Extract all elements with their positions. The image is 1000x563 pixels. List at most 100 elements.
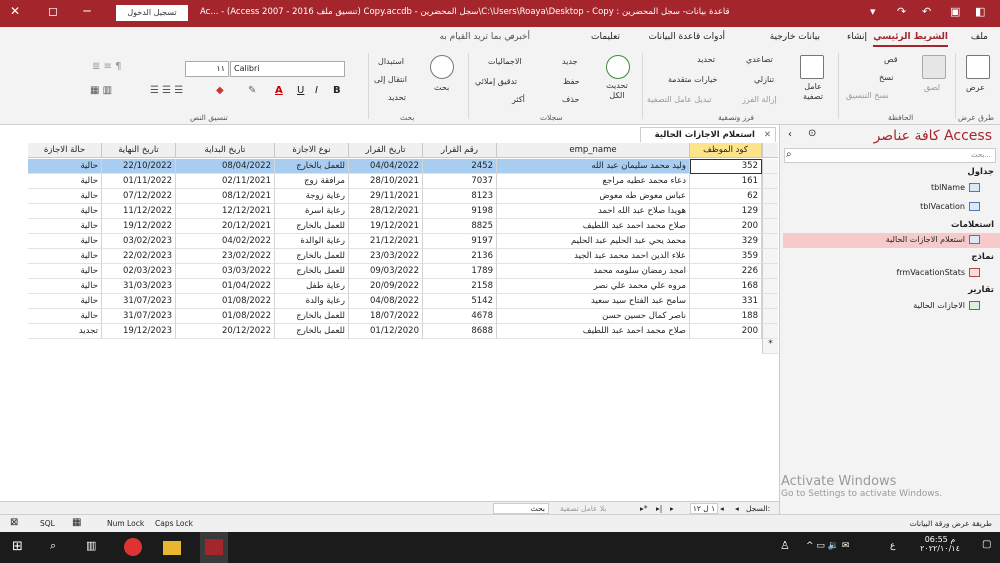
table-row[interactable]: 200 صلاح محمد احمد عبد اللطيف 8688 01/12/20… [0, 324, 778, 339]
new-record-icon[interactable]: ▸* [640, 504, 648, 513]
tab-create[interactable]: إنشاء [847, 32, 867, 42]
cell-decision-date[interactable]: 28/12/2021 [349, 204, 423, 219]
row-selector[interactable] [762, 309, 778, 324]
cell-end-date[interactable]: 03/02/2023 [102, 234, 176, 249]
paste-icon[interactable] [922, 55, 946, 79]
cell-emp-name[interactable]: صلاح محمد احمد عبد اللطيف [497, 219, 690, 234]
cell-decision-no[interactable]: 8825 [423, 219, 497, 234]
more-button[interactable]: أكثر [512, 95, 525, 104]
notifications-icon[interactable]: ▢ [982, 539, 991, 550]
view-button[interactable]: عرض [966, 83, 985, 92]
row-selector[interactable] [762, 279, 778, 294]
cell-leave-status[interactable]: حالية [28, 189, 102, 204]
cell-emp-name[interactable]: هويدا صلاح عبد الله احمد [497, 204, 690, 219]
copy-button[interactable]: نسخ [879, 73, 894, 82]
collapse-nav-icon[interactable]: ‹ [788, 129, 792, 140]
remove-sort-button[interactable]: إزالة الفرز [742, 95, 777, 104]
table-row[interactable]: 329 محمد يحي عبد الحليم عبد الحليم 9197 21/… [0, 234, 778, 249]
row-selector[interactable] [762, 174, 778, 189]
maximize-button[interactable]: ◻ [38, 4, 68, 18]
cell-start-date[interactable]: 08/04/2022 [176, 159, 275, 174]
cell-leave-type[interactable]: للعمل بالخارج [275, 249, 349, 264]
cell-end-date[interactable]: 31/07/2023 [102, 294, 176, 309]
filter-button[interactable]: عامل تصفية [799, 82, 827, 102]
input-language[interactable]: ع [890, 541, 895, 551]
italic-button[interactable]: I [315, 85, 318, 96]
font-color-button[interactable]: A [275, 85, 283, 96]
cell-leave-type[interactable]: رعاية والدة [275, 294, 349, 309]
cell-decision-date[interactable]: 28/10/2021 [349, 174, 423, 189]
cell-emp-name[interactable]: دعاء محمد عطيه مراجع [497, 174, 690, 189]
cell-emp-code[interactable]: 129 [690, 204, 762, 219]
cell-emp-code[interactable]: 200 [690, 324, 762, 339]
align-icons[interactable]: ☰ ☰ ☰ [150, 85, 183, 96]
nav-item-report[interactable]: الاجازات الحالية [913, 301, 980, 310]
row-selector[interactable] [762, 189, 778, 204]
row-selector[interactable] [762, 204, 778, 219]
column-header-emp-code[interactable]: كود الموظف [690, 143, 762, 158]
customize-qat-icon[interactable]: ▾ [870, 5, 876, 18]
view-icon[interactable] [966, 55, 990, 79]
nav-title[interactable]: كافة عناصر Access [874, 128, 992, 144]
sort-descending-button[interactable]: تنازلي [754, 75, 774, 84]
cell-leave-status[interactable]: حالية [28, 279, 102, 294]
nav-item-form[interactable]: frmVacationStats [896, 268, 980, 277]
table-row[interactable]: 188 ناصر كمال حسين حسن 4678 18/07/2022 للعمل… [0, 309, 778, 324]
delete-record-button[interactable]: حذف [562, 95, 579, 104]
cell-emp-code[interactable]: 62 [690, 189, 762, 204]
cell-decision-no[interactable]: 2452 [423, 159, 497, 174]
cell-decision-date[interactable]: 29/11/2021 [349, 189, 423, 204]
cell-leave-status[interactable]: حالية [28, 174, 102, 189]
font-size-select[interactable]: ١١ [185, 61, 229, 77]
cell-leave-status[interactable]: حالية [28, 159, 102, 174]
prev-record-icon[interactable]: ◂ [720, 504, 724, 513]
cell-start-date[interactable]: 02/11/2021 [176, 174, 275, 189]
people-icon[interactable]: ♙ [780, 539, 790, 552]
list-indent-icons[interactable]: ≣ ≡ ¶ [92, 61, 121, 72]
cell-leave-type[interactable]: للعمل بالخارج [275, 159, 349, 174]
cell-leave-status[interactable]: حالية [28, 219, 102, 234]
cell-leave-status[interactable]: حالية [28, 204, 102, 219]
cell-emp-name[interactable]: صلاح محمد احمد عبد اللطيف [497, 324, 690, 339]
cell-decision-no[interactable]: 9198 [423, 204, 497, 219]
cell-emp-name[interactable]: ناصر كمال حسين حسن [497, 309, 690, 324]
last-record-icon[interactable]: ▸| [656, 504, 662, 513]
record-search-input[interactable]: بحث [493, 503, 549, 514]
cell-leave-type[interactable]: للعمل بالخارج [275, 324, 349, 339]
redo-icon[interactable]: ↷ [897, 5, 906, 18]
cell-leave-type[interactable]: مرافقة زوج [275, 174, 349, 189]
cell-emp-name[interactable]: امجد رمضان سلومه محمد [497, 264, 690, 279]
nav-item-tblname[interactable]: tblName [931, 183, 980, 192]
nav-group-reports[interactable]: تقارير [968, 285, 994, 295]
row-selector[interactable] [762, 264, 778, 279]
refresh-icon[interactable] [606, 55, 630, 79]
table-row[interactable]: 62 عباس معوض طه معوض 8123 29/11/2021 رعاية ز… [0, 189, 778, 204]
bold-button[interactable]: B [333, 85, 341, 96]
tab-file[interactable]: ملف [971, 32, 988, 42]
cell-decision-date[interactable]: 21/12/2021 [349, 234, 423, 249]
sort-ascending-button[interactable]: تصاعدي [746, 55, 773, 64]
table-row[interactable]: 168 مروه علي محمد علي نصر 2158 20/09/2022 رع… [0, 279, 778, 294]
column-header-start-date[interactable]: تاريخ البداية [176, 143, 275, 158]
cell-decision-no[interactable]: 1789 [423, 264, 497, 279]
row-selector[interactable] [762, 234, 778, 249]
design-view-icon[interactable]: ⊠ [10, 517, 18, 528]
table-row[interactable]: 129 هويدا صلاح عبد الله احمد 9198 28/12/202… [0, 204, 778, 219]
cell-emp-code[interactable]: 200 [690, 219, 762, 234]
cell-end-date[interactable]: 22/02/2023 [102, 249, 176, 264]
cell-leave-type[interactable]: رعاية الوالدة [275, 234, 349, 249]
format-painter-button[interactable]: نسخ التنسيق [846, 91, 889, 100]
cell-leave-status[interactable]: حالية [28, 264, 102, 279]
cell-decision-date[interactable]: 04/08/2022 [349, 294, 423, 309]
cell-leave-status[interactable]: حالية [28, 294, 102, 309]
cell-leave-type[interactable]: رعاية طفل [275, 279, 349, 294]
find-icon[interactable] [430, 55, 454, 79]
table-row[interactable]: 226 امجد رمضان سلومه محمد 1789 09/03/2022 لل… [0, 264, 778, 279]
sql-view-button[interactable]: SQL [40, 519, 55, 528]
cell-decision-no[interactable]: 4678 [423, 309, 497, 324]
datasheet-view-icon[interactable]: ▦ [72, 517, 81, 528]
nav-item-current-leave-query[interactable]: استعلام الاجازات الحالية [886, 235, 980, 244]
cell-leave-status[interactable]: حالية [28, 309, 102, 324]
column-header-decision-date[interactable]: تاريخ القرار [349, 143, 423, 158]
cell-emp-name[interactable]: وليد محمد سليمان عبد الله [497, 159, 690, 174]
